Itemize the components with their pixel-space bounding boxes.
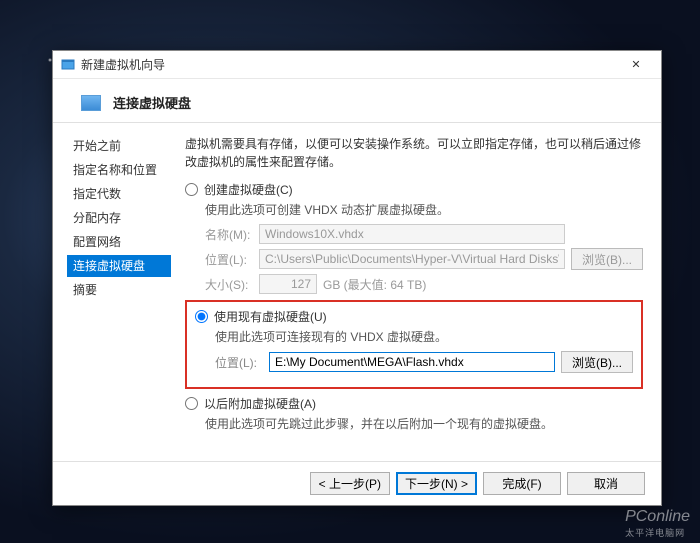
create-location-label: 位置(L): <box>205 251 253 268</box>
option-later-group: 以后附加虚拟硬盘(A) 使用此选项可先跳过此步骤，并在以后附加一个现有的虚拟硬盘… <box>185 395 643 432</box>
existing-form: 位置(L): 浏览(B)... <box>215 351 633 373</box>
finish-button[interactable]: 完成(F) <box>483 472 561 495</box>
app-icon <box>61 58 75 72</box>
later-desc: 使用此选项可先跳过此步骤，并在以后附加一个现有的虚拟硬盘。 <box>205 415 643 432</box>
radio-existing-vhd[interactable] <box>195 310 208 323</box>
create-form: 名称(M): 位置(L): 浏览(B)... 大小(S): GB (最大值: 6… <box>205 224 643 294</box>
create-size-unit: GB (最大值: 64 TB) <box>323 276 426 293</box>
create-size-label: 大小(S): <box>205 276 253 293</box>
radio-create-label: 创建虚拟硬盘(C) <box>204 181 293 198</box>
step-network[interactable]: 配置网络 <box>67 231 171 253</box>
titlebar: 新建虚拟机向导 ✕ <box>53 51 661 79</box>
next-button[interactable]: 下一步(N) > <box>396 472 477 495</box>
wizard-header-icon <box>81 95 101 111</box>
wizard-header: 连接虚拟硬盘 <box>53 79 661 123</box>
create-name-label: 名称(M): <box>205 226 253 243</box>
radio-attach-later[interactable] <box>185 397 198 410</box>
create-browse-button: 浏览(B)... <box>571 248 643 270</box>
step-connect-vhd[interactable]: 连接虚拟硬盘 <box>67 255 171 277</box>
window-title: 新建虚拟机向导 <box>81 56 619 73</box>
step-name-location[interactable]: 指定名称和位置 <box>67 159 171 181</box>
close-icon: ✕ <box>631 58 640 71</box>
existing-desc: 使用此选项可连接现有的 VHDX 虚拟硬盘。 <box>215 328 633 345</box>
create-desc: 使用此选项可创建 VHDX 动态扩展虚拟硬盘。 <box>205 201 643 218</box>
watermark: PConline 太平洋电脑网 <box>625 508 690 539</box>
radio-later-label: 以后附加虚拟硬盘(A) <box>204 395 316 412</box>
step-generation[interactable]: 指定代数 <box>67 183 171 205</box>
option-existing-highlight: 使用现有虚拟硬盘(U) 使用此选项可连接现有的 VHDX 虚拟硬盘。 位置(L)… <box>185 300 643 389</box>
wizard-body: 开始之前 指定名称和位置 指定代数 分配内存 配置网络 连接虚拟硬盘 摘要 虚拟… <box>53 123 661 461</box>
existing-location-label: 位置(L): <box>215 354 263 371</box>
wizard-dialog: 新建虚拟机向导 ✕ 连接虚拟硬盘 开始之前 指定名称和位置 指定代数 分配内存 … <box>52 50 662 506</box>
step-before-begin[interactable]: 开始之前 <box>67 135 171 157</box>
create-size-input <box>259 274 317 294</box>
option-existing-group: 使用现有虚拟硬盘(U) 使用此选项可连接现有的 VHDX 虚拟硬盘。 位置(L)… <box>195 308 633 373</box>
existing-browse-button[interactable]: 浏览(B)... <box>561 351 633 373</box>
step-memory[interactable]: 分配内存 <box>67 207 171 229</box>
radio-existing-label: 使用现有虚拟硬盘(U) <box>214 308 327 325</box>
intro-text: 虚拟机需要具有存储，以便可以安装操作系统。可以立即指定存储，也可以稍后通过修改虚… <box>185 135 643 171</box>
watermark-brand: PConline <box>625 508 690 525</box>
create-location-input <box>259 249 565 269</box>
wizard-steps-sidebar: 开始之前 指定名称和位置 指定代数 分配内存 配置网络 连接虚拟硬盘 摘要 <box>53 123 171 461</box>
option-create-group: 创建虚拟硬盘(C) 使用此选项可创建 VHDX 动态扩展虚拟硬盘。 名称(M):… <box>185 181 643 294</box>
create-name-input <box>259 224 565 244</box>
watermark-sub: 太平洋电脑网 <box>625 526 690 539</box>
wizard-main: 虚拟机需要具有存储，以便可以安装操作系统。可以立即指定存储，也可以稍后通过修改虚… <box>171 123 661 461</box>
radio-create-vhd[interactable] <box>185 183 198 196</box>
close-button[interactable]: ✕ <box>619 54 653 76</box>
prev-button[interactable]: < 上一步(P) <box>310 472 390 495</box>
wizard-header-title: 连接虚拟硬盘 <box>113 93 191 112</box>
step-summary[interactable]: 摘要 <box>67 279 171 301</box>
existing-location-input[interactable] <box>269 352 555 372</box>
cancel-button[interactable]: 取消 <box>567 472 645 495</box>
wizard-footer: < 上一步(P) 下一步(N) > 完成(F) 取消 <box>53 461 661 505</box>
